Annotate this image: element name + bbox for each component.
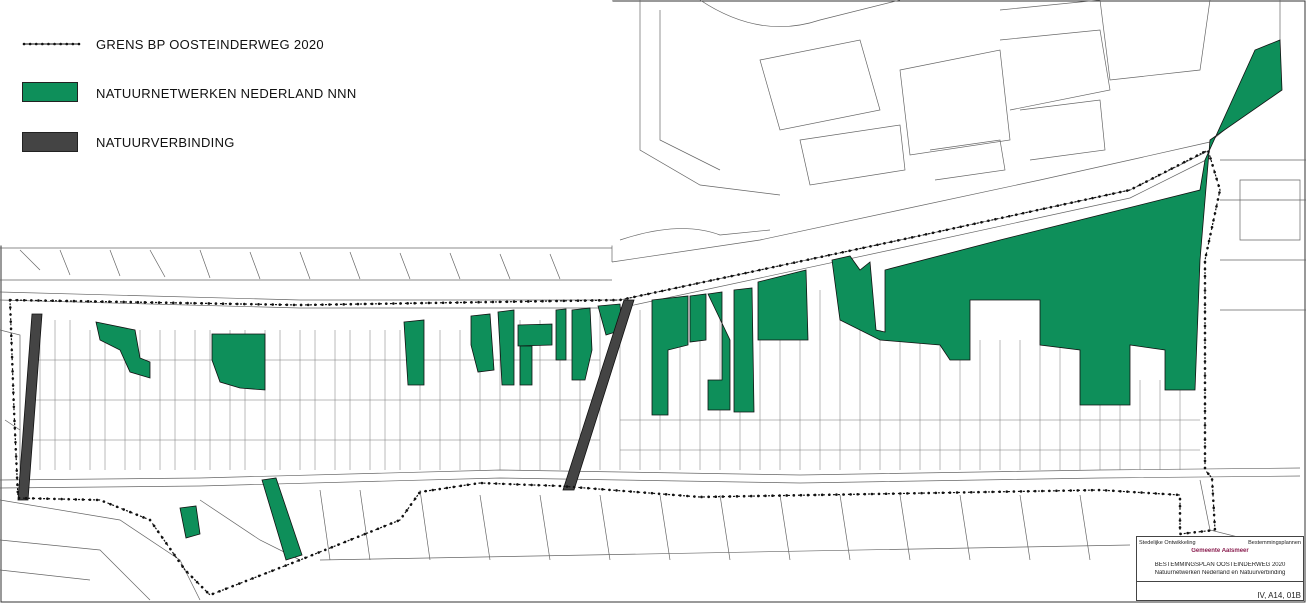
title-block: Stedelijke Ontwikkeling Bestemmingsplann… (1136, 536, 1304, 601)
nnn-area (689, 293, 707, 343)
title-block-municipality: Gemeente Aalsmeer (1191, 548, 1249, 554)
title-block-plan: BESTEMMINGSPLAN OOSTEINDERWEG 2020 (1154, 562, 1286, 568)
legend-verbinding-label: NATUURVERBINDING (96, 135, 235, 150)
legend-nnn-label: NATUURNETWERKEN NEDERLAND NNN (96, 86, 357, 101)
nnn-area (403, 319, 425, 386)
legend-nnn-swatch (22, 82, 78, 102)
nnn-area (757, 269, 809, 341)
nnn-area (555, 308, 567, 361)
nnn-area (519, 345, 533, 386)
title-block-sheet: IV, A14, 01B (1257, 591, 1301, 600)
legend-grens-label: GRENS BP OOSTEINDERWEG 2020 (96, 37, 324, 52)
nnn-area (517, 323, 553, 347)
nnn-area (733, 287, 755, 413)
nnn-area (211, 333, 266, 391)
title-block-type: Bestemmingsplannen (1248, 540, 1301, 546)
legend-verbinding-swatch (22, 132, 78, 152)
title-block-subject: Natuurnetwerken Nederland en Natuurverbi… (1154, 570, 1286, 576)
